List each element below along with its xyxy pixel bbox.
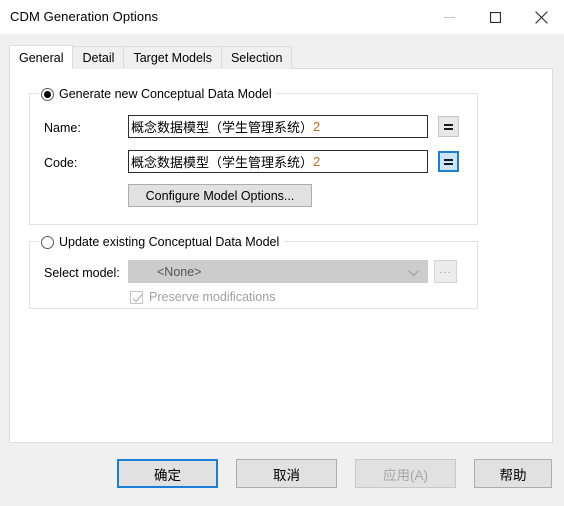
tab-target-models-label: Target Models — [133, 51, 212, 65]
close-icon — [534, 10, 548, 24]
tab-panel-general: Generate new Conceptual Data Model Name:… — [9, 68, 553, 443]
ok-button-label: 确定 — [154, 467, 181, 483]
tab-detail[interactable]: Detail — [72, 46, 125, 69]
preserve-modifications-label: Preserve modifications — [149, 290, 276, 304]
tab-strip: General Detail Target Models Selection — [9, 45, 553, 69]
browse-model-button[interactable]: ... — [434, 260, 457, 283]
tab-selection[interactable]: Selection — [220, 46, 293, 69]
tab-target-models[interactable]: Target Models — [123, 46, 222, 69]
name-input-suffix: 2 — [313, 119, 321, 134]
preserve-modifications-checkbox[interactable] — [130, 290, 143, 304]
browse-model-label: ... — [439, 263, 452, 276]
select-model-label: Select model: — [44, 266, 120, 280]
apply-button: 应用(A) — [355, 459, 456, 488]
code-equals-button[interactable] — [438, 151, 459, 172]
cancel-button-label: 取消 — [273, 467, 300, 483]
configure-model-options-button[interactable]: Configure Model Options... — [128, 184, 312, 207]
update-existing-model-group: Update existing Conceptual Data Model Se… — [29, 233, 478, 309]
name-input-text: 概念数据模型（学生管理系统） — [131, 120, 314, 135]
minimize-button[interactable] — [426, 0, 472, 34]
name-equals-button[interactable] — [438, 116, 459, 137]
select-model-combobox[interactable]: <None> — [128, 260, 428, 283]
tab-selection-label: Selection — [230, 51, 283, 65]
tab-general-label: General — [19, 50, 64, 65]
dialog-button-bar: 确定 取消 应用(A) 帮助 — [0, 452, 564, 506]
code-input-suffix: 2 — [313, 154, 321, 169]
configure-model-options-label: Configure Model Options... — [145, 188, 295, 203]
equals-icon — [444, 124, 453, 130]
maximize-button[interactable] — [472, 0, 518, 34]
maximize-icon — [489, 11, 501, 23]
generate-new-model-label: Generate new Conceptual Data Model — [59, 87, 272, 101]
update-existing-model-radio[interactable] — [41, 235, 54, 249]
code-input-text: 概念数据模型（学生管理系统） — [131, 155, 314, 170]
chevron-down-icon — [408, 269, 419, 276]
minimize-icon — [443, 16, 455, 18]
generate-new-model-group: Generate new Conceptual Data Model Name:… — [29, 85, 478, 225]
update-existing-model-label: Update existing Conceptual Data Model — [59, 235, 280, 249]
update-existing-model-legend[interactable]: Update existing Conceptual Data Model — [39, 233, 284, 251]
name-input[interactable]: 概念数据模型（学生管理系统） 2 — [128, 115, 428, 138]
help-button-label: 帮助 — [499, 467, 527, 483]
close-button[interactable] — [518, 0, 564, 34]
title-bar: CDM Generation Options — [0, 0, 564, 34]
ok-button[interactable]: 确定 — [117, 459, 218, 488]
window-title: CDM Generation Options — [10, 9, 159, 24]
preserve-modifications-row[interactable]: Preserve modifications — [130, 290, 275, 304]
generate-new-model-radio[interactable] — [41, 87, 54, 101]
apply-button-label: 应用(A) — [383, 467, 428, 483]
name-label: Name: — [44, 121, 81, 135]
help-button[interactable]: 帮助 — [474, 459, 552, 488]
tab-detail-label: Detail — [82, 51, 115, 65]
code-label: Code: — [44, 156, 78, 170]
check-icon — [132, 293, 143, 303]
generate-new-model-legend[interactable]: Generate new Conceptual Data Model — [39, 85, 276, 103]
code-input[interactable]: 概念数据模型（学生管理系统） 2 — [128, 150, 428, 173]
tab-general[interactable]: General — [9, 45, 74, 69]
cancel-button[interactable]: 取消 — [236, 459, 337, 488]
equals-icon — [444, 159, 453, 165]
select-model-value: <None> — [157, 264, 202, 279]
window-controls — [426, 0, 564, 34]
dialog-window: CDM Generation Options General Detail Ta… — [0, 0, 564, 506]
